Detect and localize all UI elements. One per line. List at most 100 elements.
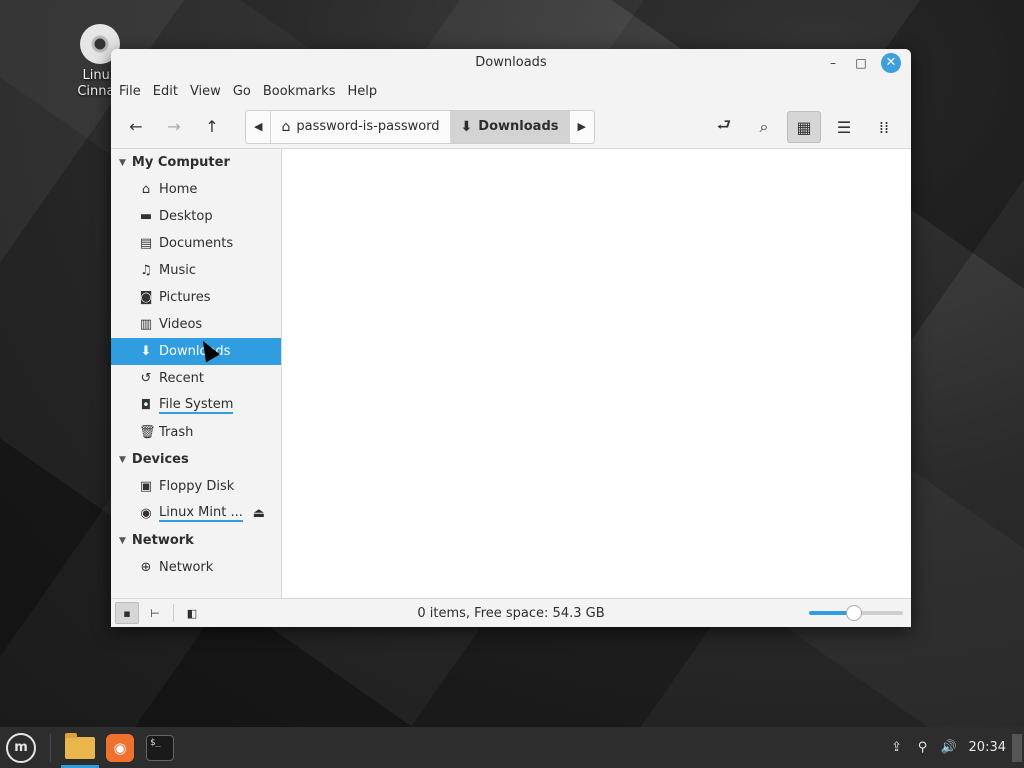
minimize-button[interactable]: – <box>823 53 843 73</box>
download-icon: ⬇ <box>460 118 473 135</box>
update-manager-icon[interactable]: ⇪ <box>885 740 909 755</box>
camera-icon: ◙ <box>139 290 153 305</box>
sidebar-section-title: Devices <box>131 452 189 467</box>
film-icon: ▥ <box>139 317 153 332</box>
globe-icon: ⊕ <box>140 560 152 575</box>
sidebar-item-label: Desktop <box>159 209 213 224</box>
forward-button[interactable]: → <box>157 111 191 143</box>
sidebar: ▼ My Computer ⌂ Home ▬ Desktop ▤ Documents … <box>111 149 282 598</box>
file-view-pane[interactable] <box>282 149 911 598</box>
folder-icon <box>65 732 95 759</box>
toggle-location-button[interactable]: ⮐ <box>707 111 741 143</box>
download-icon: ⬇ <box>140 344 152 359</box>
zoom-knob[interactable] <box>846 605 863 621</box>
sidebar-item-file-system[interactable]: ◘ File System <box>111 392 281 419</box>
sidebar-section-my-computer[interactable]: ▼ My Computer <box>111 149 281 176</box>
expand-triangle-icon: ▼ <box>119 535 126 546</box>
search-button[interactable]: ⌕ <box>747 111 781 143</box>
triangle-right-icon: ▶ <box>577 120 586 133</box>
content-area: ▼ My Computer ⌂ Home ▬ Desktop ▤ Documents … <box>111 149 911 598</box>
sidebar-item-label: Videos <box>159 317 203 332</box>
sidebar-item-pictures[interactable]: ◙ Pictures <box>111 284 281 311</box>
sidebar-item-label: Linux Mint ... <box>159 505 243 522</box>
taskbar: m ◉ $_ ⇪ ⚲ 🔊 20:34 <box>0 727 1024 768</box>
sidebar-item-label: Network <box>159 560 214 575</box>
menu-view[interactable]: View <box>190 84 231 99</box>
menu-go[interactable]: Go <box>233 84 261 99</box>
breadcrumb-scroll-right[interactable]: ▶ <box>570 111 594 143</box>
location-toggle-icon: ⮐ <box>716 114 732 134</box>
zoom-slider[interactable] <box>809 605 903 621</box>
triangle-left-icon: ◀ <box>254 120 263 133</box>
menu-help[interactable]: Help <box>347 84 387 99</box>
expand-triangle-icon: ▼ <box>119 454 126 465</box>
sidebar-item-label: File System <box>159 397 234 414</box>
terminal-icon: $_ <box>146 734 174 761</box>
eject-icon[interactable]: ⏏ <box>253 506 265 521</box>
clock[interactable]: 20:34 <box>969 740 1006 755</box>
sidebar-item-label: Downloads <box>159 344 231 359</box>
sidebar-section-network[interactable]: ▼ Network <box>111 527 281 554</box>
taskbar-terminal[interactable]: $_ <box>141 727 179 768</box>
sidebar-item-videos[interactable]: ▥ Videos <box>111 311 281 338</box>
music-icon: ♫ <box>140 263 152 278</box>
arrow-right-icon: → <box>167 117 181 136</box>
arrow-up-icon: ↑ <box>205 117 219 136</box>
grid-icon: ▦ <box>796 117 812 137</box>
network-icon[interactable]: ⚲ <box>911 740 935 755</box>
up-button[interactable]: ↑ <box>195 111 229 143</box>
expand-triangle-icon: ▼ <box>119 157 126 168</box>
disc-icon: ◉ <box>140 506 152 521</box>
sidebar-section-title: My Computer <box>131 155 230 170</box>
sidebar-section-devices[interactable]: ▼ Devices <box>111 446 281 473</box>
desktop-icon: ▬ <box>139 209 153 224</box>
sidebar-item-music[interactable]: ♫ Music <box>111 257 281 284</box>
menu-bookmarks[interactable]: Bookmarks <box>263 84 346 99</box>
menu-edit[interactable]: Edit <box>153 84 188 99</box>
breadcrumb-downloads[interactable]: ⬇ Downloads <box>450 110 570 143</box>
window-title: Downloads <box>475 55 547 70</box>
breadcrumb: ◀ ⌂ password-is-password ⬇ Downloads ▶ <box>245 109 595 144</box>
breadcrumb-scroll-left[interactable]: ◀ <box>246 110 272 143</box>
sidebar-item-label: Trash <box>159 425 194 440</box>
arrow-left-icon: ← <box>129 117 143 136</box>
list-view-button[interactable]: ☰ <box>827 111 861 143</box>
sidebar-item-recent[interactable]: ↺ Recent <box>111 365 281 392</box>
sidebar-section-title: Network <box>131 533 194 548</box>
sidebar-item-network[interactable]: ⊕ Network <box>111 554 281 581</box>
compact-grid-icon: ⁞⁞ <box>878 117 890 137</box>
drive-icon: ◘ <box>140 398 152 413</box>
compact-view-button[interactable]: ⁞⁞ <box>867 111 901 143</box>
sidebar-item-floppy-disk[interactable]: ▣ Floppy Disk <box>111 473 281 500</box>
search-icon: ⌕ <box>759 117 769 136</box>
menu-file[interactable]: File <box>119 84 151 99</box>
sidebar-item-linux-mint-disc[interactable]: ◉ Linux Mint ... ⏏ <box>111 500 281 527</box>
floppy-icon: ▣ <box>139 479 153 494</box>
sidebar-item-downloads[interactable]: ⬇ Downloads <box>111 338 281 365</box>
toolbar: ← → ↑ ◀ ⌂ password-is-password ⬇ Downloa… <box>111 105 911 149</box>
home-icon: ⌂ <box>141 182 151 197</box>
home-icon: ⌂ <box>281 118 291 135</box>
sidebar-item-desktop[interactable]: ▬ Desktop <box>111 203 281 230</box>
start-menu-button[interactable]: m <box>6 732 36 763</box>
taskbar-files[interactable] <box>61 727 99 768</box>
show-desktop-button[interactable] <box>1012 733 1022 762</box>
maximize-button[interactable]: □ <box>851 53 871 73</box>
sidebar-item-home[interactable]: ⌂ Home <box>111 176 281 203</box>
close-button[interactable]: ✕ <box>881 53 901 73</box>
taskbar-firefox[interactable]: ◉ <box>101 727 139 768</box>
breadcrumb-downloads-label: Downloads <box>478 119 559 134</box>
sidebar-item-label: Music <box>159 263 196 278</box>
icon-view-button[interactable]: ▦ <box>787 111 821 143</box>
status-text: 0 items, Free space: 54.3 GB <box>417 605 605 621</box>
back-button[interactable]: ← <box>119 111 153 143</box>
volume-icon[interactable]: 🔊 <box>937 740 961 755</box>
sidebar-item-label: Home <box>159 182 198 197</box>
sidebar-item-documents[interactable]: ▤ Documents <box>111 230 281 257</box>
status-bar: ▪ ⊢ ◧ 0 items, Free space: 54.3 GB <box>111 598 911 627</box>
breadcrumb-home[interactable]: ⌂ password-is-password <box>271 110 451 143</box>
sidebar-item-trash[interactable]: 🗑 Trash <box>111 419 281 446</box>
sidebar-item-label: Pictures <box>159 290 211 305</box>
trash-icon: 🗑 <box>139 425 156 440</box>
title-bar[interactable]: Downloads – □ ✕ <box>111 49 911 77</box>
